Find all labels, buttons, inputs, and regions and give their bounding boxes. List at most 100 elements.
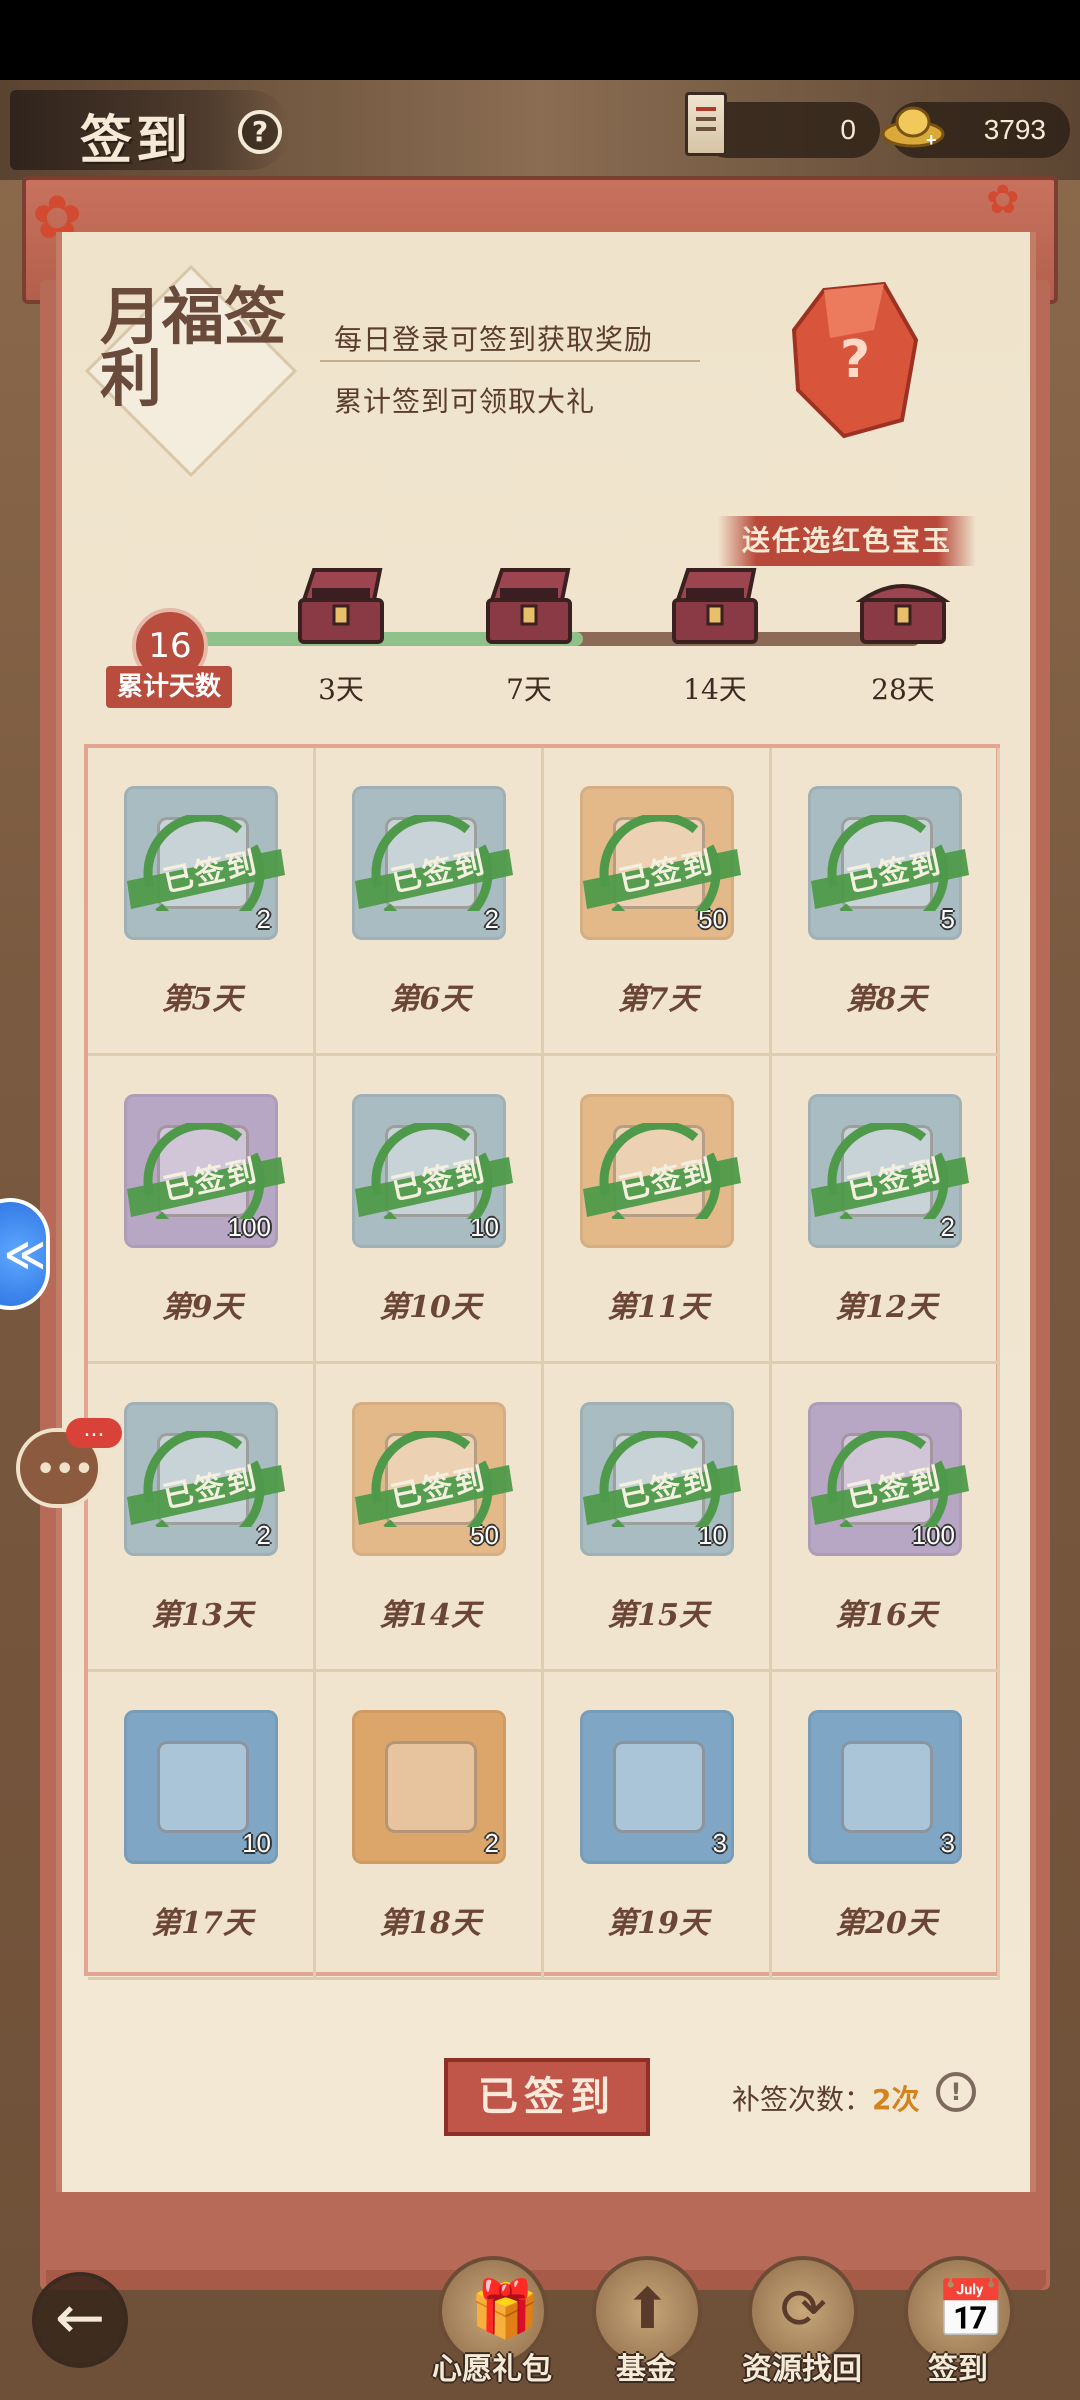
reward-cell[interactable]: 50 已签到第7天 [544, 748, 772, 1056]
treasure-chest-icon[interactable] [294, 566, 388, 646]
svg-text:+: + [926, 130, 937, 148]
nav-label: 心愿礼包 [432, 2352, 552, 2387]
reward-cell[interactable]: 10 第17天 [88, 1672, 316, 1980]
day-label: 第5天 [161, 982, 243, 1017]
nav-item[interactable]: ⟳ 资源找回 [742, 2256, 862, 2387]
nav-glyph: ⬆ [624, 2277, 671, 2342]
arrow-left-icon[interactable]: ← [32, 2272, 128, 2368]
item-art [157, 1741, 249, 1833]
reward-item-icon: 50 已签到 [580, 786, 741, 940]
treasure-chest-icon[interactable] [668, 566, 762, 646]
reward-cell[interactable]: 50 已签到第14天 [316, 1364, 544, 1672]
milestone-label: 7天 [506, 673, 552, 706]
reward-cell[interactable]: 2 第18天 [316, 1672, 544, 1980]
item-count: 2 [484, 1828, 499, 1858]
book-icon [685, 92, 727, 156]
item-art [613, 1741, 705, 1833]
reward-item-icon: 100 已签到 [124, 1094, 285, 1248]
gem-reward-ribbon: 送任选红色宝玉 [718, 516, 976, 566]
nav-item[interactable]: 🎁 心愿礼包 [432, 2256, 552, 2387]
day-label: 第15天 [607, 1598, 709, 1633]
day-label: 第16天 [835, 1598, 937, 1633]
cumulative-days-label: 累计天数 [106, 666, 232, 708]
reward-cell[interactable]: 2 已签到第13天 [88, 1364, 316, 1672]
nav-label: 基金 [616, 2352, 676, 2387]
item-count: 10 [242, 1828, 271, 1858]
reward-cell[interactable]: 3 第20天 [772, 1672, 1000, 1980]
nav-item[interactable]: ⬆ 基金 [586, 2256, 706, 2387]
book-count: 0 [840, 114, 856, 145]
reward-item-icon: 10 [124, 1710, 278, 1864]
day-label: 第7天 [617, 982, 699, 1017]
banner-text-cumulative: 累计签到可领取大礼 [334, 385, 596, 418]
day-label: 第10天 [379, 1290, 481, 1325]
day-label: 第11天 [607, 1290, 709, 1325]
day-label: 第18天 [379, 1906, 481, 1941]
reward-item-icon: 3 [580, 1710, 734, 1864]
nav-glyph: ⟳ [780, 2277, 827, 2342]
reward-cell[interactable]: 已签到第11天 [544, 1056, 772, 1364]
nav-glyph: 🎁 [470, 2277, 540, 2342]
treasure-chest-icon[interactable] [856, 566, 950, 646]
reward-cell[interactable]: 10 已签到第10天 [316, 1056, 544, 1364]
info-icon[interactable]: ! [936, 2072, 976, 2112]
question-icon[interactable]: ? [238, 110, 282, 154]
banner-divider [320, 360, 700, 362]
page-title: 签到 [80, 110, 193, 171]
reward-item-icon: 已签到 [580, 1094, 741, 1248]
reward-item-icon: 50 已签到 [352, 1402, 513, 1556]
reward-item-icon: 10 已签到 [580, 1402, 741, 1556]
item-art [841, 1741, 933, 1833]
reward-item-icon: 10 已签到 [352, 1094, 513, 1248]
reward-item-icon: 100 已签到 [808, 1402, 969, 1556]
milestone-label: 14天 [683, 673, 747, 706]
reward-cell[interactable]: 100 已签到第9天 [88, 1056, 316, 1364]
day-label: 第13天 [151, 1598, 253, 1633]
status-bar [0, 0, 1080, 80]
reward-cell[interactable]: 3 第19天 [544, 1672, 772, 1980]
day-label: 第12天 [835, 1290, 937, 1325]
milestone-label: 3天 [318, 673, 364, 706]
reward-cell[interactable]: 5 已签到第8天 [772, 748, 1000, 1056]
retro-label: 补签次数： [732, 2083, 873, 2116]
reward-item-icon: 2 已签到 [808, 1094, 969, 1248]
day-label: 第9天 [161, 1290, 243, 1325]
day-label: 第6天 [389, 982, 471, 1017]
reward-cell[interactable]: 10 已签到第15天 [544, 1364, 772, 1672]
reward-cell[interactable]: 100 已签到第16天 [772, 1364, 1000, 1672]
monthly-welfare-emblem: 月福签利 [80, 264, 298, 516]
item-count: 3 [712, 1828, 727, 1858]
reward-grid: 2 已签到 第5天 2 已签到 第6天 50 已签到 第7天 5 已签到 第8天 100 已签到 第9天 10… [84, 744, 1000, 1980]
retro-value: 2次 [872, 2083, 920, 2116]
reward-cell[interactable]: 2 已签到第6天 [316, 748, 544, 1056]
signed-button[interactable]: 已签到 [444, 2058, 650, 2136]
day-label: 第8天 [845, 982, 927, 1017]
item-art [385, 1741, 477, 1833]
reward-item-icon: 2 已签到 [124, 1402, 285, 1556]
day-label: 第19天 [607, 1906, 709, 1941]
nav-glyph: 📅 [936, 2277, 1006, 2342]
milestone-label: 28天 [871, 673, 935, 706]
treasure-chest-icon[interactable] [482, 566, 576, 646]
resource-book: 0 [700, 102, 880, 158]
nav-label: 签到 [928, 2352, 988, 2387]
reward-cell[interactable]: 2 已签到 第5天 [88, 748, 316, 1056]
reward-cell[interactable]: 2 已签到第12天 [772, 1056, 1000, 1364]
reward-item-icon: 2 已签到 [352, 786, 513, 940]
reward-item-icon: 2 [352, 1710, 506, 1864]
nav-item[interactable]: 📅 签到 [898, 2256, 1018, 2387]
chat-badge: ... [66, 1418, 122, 1448]
gold-ingot-icon: + [881, 106, 945, 148]
reward-item-icon: 5 已签到 [808, 786, 969, 940]
emblem-calligraphy: 月福签利 [100, 280, 287, 415]
assistant-float-icon[interactable]: ≪ [0, 1198, 50, 1310]
day-label: 第14天 [379, 1598, 481, 1633]
day-label: 第17天 [151, 1906, 253, 1941]
nav-label: 资源找回 [742, 2352, 862, 2387]
header-bar: 签到 ? 0 3793 + [0, 80, 1080, 180]
maple-leaf-icon: ✿ [986, 177, 1020, 223]
retro-sign-count: 补签次数：2次 [732, 2078, 920, 2118]
day-label: 第20天 [835, 1906, 937, 1941]
reward-item-icon: 3 [808, 1710, 962, 1864]
gem-question-mark: ? [840, 330, 871, 390]
